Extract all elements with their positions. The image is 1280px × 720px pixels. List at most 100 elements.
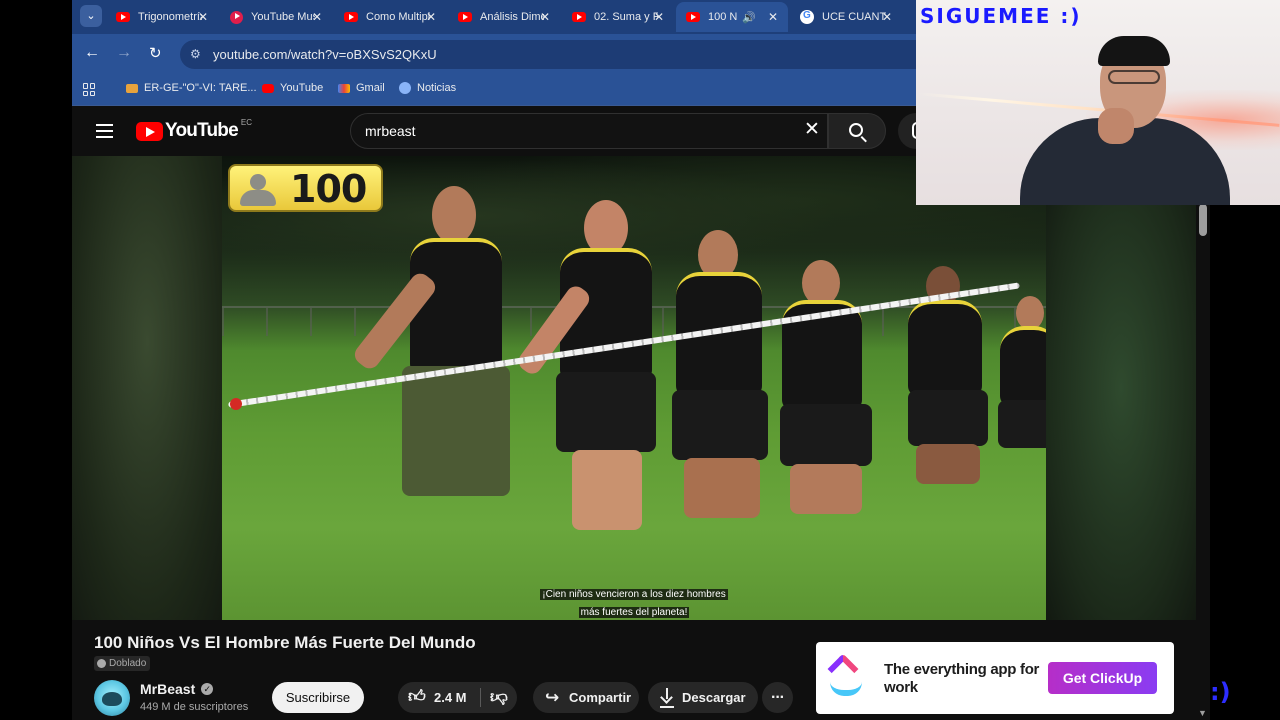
bookmark-label: Noticias <box>417 82 457 94</box>
tab-title: UCE CUANTIFICADORES <box>822 11 886 23</box>
like-thumb-icon[interactable]: 👍︎ <box>408 688 426 706</box>
tab-close-icon[interactable]: ✕ <box>540 10 550 24</box>
tab-title: Análisis Dimensional <box>480 11 544 23</box>
dislike-thumb-icon[interactable]: 👍︎ <box>490 688 508 707</box>
clickup-ad[interactable]: The everything app for work Get ClickUp <box>816 642 1174 714</box>
screen: ⌄ Trigonometría ✕ YouTube Music ✕ Como M… <box>0 0 1280 720</box>
speaker-icon[interactable]: 🔊 <box>742 11 756 24</box>
gmail-icon <box>338 83 350 93</box>
news-icon <box>399 82 411 94</box>
youtube-icon <box>686 12 700 22</box>
tab-analisis-dimensional[interactable]: Análisis Dimensional ✕ <box>448 2 560 32</box>
subscriber-count: 449 M de suscriptores <box>140 701 249 713</box>
glasses <box>1108 70 1160 84</box>
tab-search-button[interactable]: ⌄ <box>80 5 102 27</box>
search-input[interactable]: mrbeast <box>350 113 828 149</box>
subtitles: ¡Cien niños vencieron a los diez hombres… <box>538 584 730 620</box>
logo-text: YouTube <box>165 120 239 141</box>
bookmark-label: ER-GE-"O"-VI: TARE... <box>144 82 257 94</box>
ambient-left <box>72 156 222 620</box>
tab-close-icon[interactable]: ✕ <box>768 10 778 24</box>
tab-como-multiplicar[interactable]: Como Multiplicar ✕ <box>334 2 446 32</box>
subscribe-button[interactable]: Suscribirse <box>272 682 364 713</box>
tab-title: 100 Niños Vs El Hombre Más Fuerte Del Mu… <box>708 11 738 23</box>
subtitle-line-1: ¡Cien niños vencieron a los diez hombres <box>540 589 728 600</box>
channel-avatar[interactable] <box>94 680 130 716</box>
tab-youtube-music[interactable]: YouTube Music ✕ <box>220 2 332 32</box>
ad-text: The everything app for work <box>884 661 1040 696</box>
bookmark-label: YouTube <box>280 82 324 94</box>
tab-trigonometria[interactable]: Trigonometría ✕ <box>106 2 218 32</box>
youtube-icon <box>344 12 358 22</box>
dubbed-label: Doblado <box>109 658 147 669</box>
tab-title: YouTube Music <box>251 11 315 23</box>
tab-close-icon[interactable]: ✕ <box>654 10 664 24</box>
download-icon <box>660 688 674 706</box>
bookmark-youtube[interactable]: YouTube <box>262 82 323 94</box>
share-arrow-icon: ↪ <box>545 688 560 707</box>
reload-icon[interactable]: ↻ <box>149 44 162 62</box>
youtube-icon <box>458 12 472 22</box>
bookmark-icon <box>126 83 138 93</box>
corner-text: :) <box>1210 678 1231 706</box>
webcam-overlay: SIGUEMEE :) <box>916 0 1280 205</box>
verified-check-icon: ✓ <box>201 683 214 695</box>
youtube-icon <box>262 83 274 93</box>
share-button[interactable]: ↪ Compartir <box>533 682 639 713</box>
youtube-music-icon <box>230 10 243 24</box>
like-dislike-group: 👍︎ 2.4 M 👍︎ <box>398 682 517 713</box>
cap <box>1098 36 1170 66</box>
tab-close-icon[interactable]: ✕ <box>882 10 892 24</box>
url-text: youtube.com/watch?v=oBXSvS2QKxU <box>213 47 437 62</box>
channel-name-link[interactable]: MrBeast ✓ <box>140 681 214 697</box>
ambient-right <box>1046 156 1196 620</box>
download-button[interactable]: Descargar <box>648 682 758 713</box>
subtitle-line-2: más fuertes del planeta! <box>578 607 690 618</box>
site-settings-icon[interactable]: ⚙ <box>190 40 201 69</box>
tab-uce-cuantificadores[interactable]: UCE CUANTIFICADORES ✕ <box>790 2 902 32</box>
tab-close-icon[interactable]: ✕ <box>312 10 322 24</box>
tab-title: Trigonometría <box>138 11 202 23</box>
tab-title: 02. Suma y Resta <box>594 11 658 23</box>
download-label: Descargar <box>682 690 746 705</box>
bookmark-tareas[interactable]: ER-GE-"O"-VI: TARE... <box>126 82 257 94</box>
tab-close-icon[interactable]: ✕ <box>198 10 208 24</box>
forward-arrow-icon[interactable]: → <box>116 44 132 62</box>
dubbed-badge: Doblado <box>94 656 151 671</box>
country-code: EC <box>240 117 252 127</box>
ad-cta-button[interactable]: Get ClickUp <box>1048 662 1157 694</box>
video-frame[interactable]: 100 ¡Cien niños vencieron a los diez hom… <box>222 156 1046 620</box>
tab-suma-resta[interactable]: 02. Suma y Resta ✕ <box>562 2 674 32</box>
clickup-logo-icon <box>827 653 868 700</box>
bookmark-noticias[interactable]: Noticias <box>399 82 456 94</box>
youtube-icon <box>572 12 586 22</box>
search-button[interactable] <box>828 113 886 149</box>
back-arrow-icon[interactable]: ← <box>84 44 100 62</box>
search-icon <box>849 123 863 137</box>
youtube-logo[interactable]: YouTube EC <box>136 117 252 142</box>
video-title: 100 Niños Vs El Hombre Más Fuerte Del Mu… <box>94 633 476 652</box>
google-icon <box>800 10 814 24</box>
menu-icon[interactable] <box>96 124 113 138</box>
rope-end-marker <box>230 398 242 410</box>
person-icon <box>238 174 286 206</box>
badge-number: 100 <box>290 167 367 211</box>
youtube-icon <box>116 12 130 22</box>
scroll-down-arrow-icon[interactable]: ▼ <box>1198 708 1207 718</box>
tab-close-icon[interactable]: ✕ <box>426 10 436 24</box>
counter-badge: 100 <box>228 164 383 212</box>
apps-grid-icon[interactable] <box>83 83 96 96</box>
clear-search-icon[interactable]: ✕ <box>804 120 820 140</box>
hand <box>1098 108 1134 144</box>
bookmark-label: Gmail <box>356 82 385 94</box>
dubbed-icon <box>97 659 106 668</box>
like-count[interactable]: 2.4 M <box>434 682 467 713</box>
channel-name: MrBeast <box>140 681 196 697</box>
bookmark-gmail[interactable]: Gmail <box>338 82 385 94</box>
tab-active-video[interactable]: 100 Niños Vs El Hombre Más Fuerte Del Mu… <box>676 2 788 32</box>
tab-title: Como Multiplicar <box>366 11 430 23</box>
more-actions-button[interactable]: ··· <box>762 682 793 713</box>
scroll-thumb[interactable] <box>1199 204 1207 236</box>
page-scrollbar[interactable]: ▼ <box>1196 156 1210 720</box>
video-player[interactable]: 100 ¡Cien niños vencieron a los diez hom… <box>72 156 1196 620</box>
